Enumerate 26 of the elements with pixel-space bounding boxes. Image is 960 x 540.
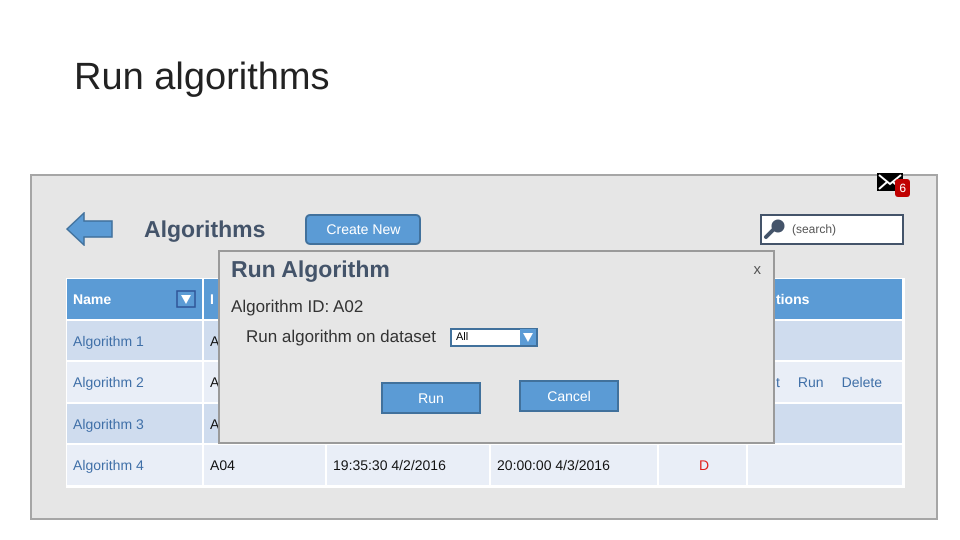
search-field[interactable]: (search) bbox=[760, 214, 904, 244]
notification-badge: 6 bbox=[895, 179, 910, 197]
algorithm-name[interactable]: Algorithm 2 bbox=[73, 374, 144, 390]
algorithm-name[interactable]: Algorithm 3 bbox=[73, 416, 144, 432]
table-cell: 20:00:00 4/3/2016 bbox=[491, 445, 659, 487]
action-link[interactable]: Run bbox=[798, 374, 824, 390]
create-new-button[interactable]: Create New bbox=[305, 214, 422, 244]
table-cell: 19:35:30 4/2/2016 bbox=[327, 445, 491, 487]
dialog-button[interactable]: Run bbox=[381, 382, 481, 414]
search-icon bbox=[763, 218, 787, 240]
page-title: Algorithms bbox=[144, 216, 266, 242]
slide-title: Run algorithms bbox=[74, 56, 330, 98]
dialog-button[interactable]: Cancel bbox=[519, 380, 619, 412]
column-header[interactable]: Name bbox=[67, 279, 204, 321]
action-link[interactable]: Delete bbox=[842, 374, 882, 390]
dataset-select[interactable]: All bbox=[450, 328, 538, 346]
algorithm-id-text: Algorithm ID: A02 bbox=[231, 297, 364, 317]
algorithm-name[interactable]: Algorithm 4 bbox=[73, 457, 144, 473]
close-button[interactable]: x bbox=[752, 261, 763, 278]
back-arrow-icon[interactable] bbox=[66, 212, 114, 246]
table-cell: D bbox=[659, 445, 748, 487]
filter-dropdown-icon[interactable] bbox=[176, 290, 196, 308]
table-cell: A04 bbox=[204, 445, 327, 487]
action-link[interactable]: t bbox=[776, 374, 780, 390]
dialog-title: Run Algorithm bbox=[231, 256, 390, 283]
algorithm-name[interactable]: Algorithm 1 bbox=[73, 332, 144, 348]
